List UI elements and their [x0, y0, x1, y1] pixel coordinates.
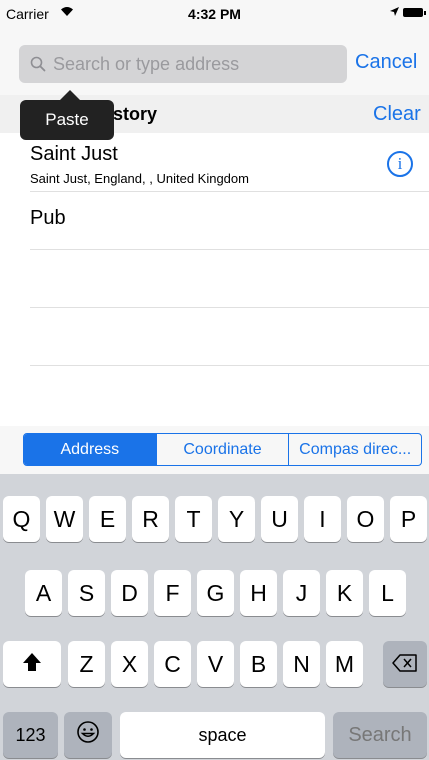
segment-coordinate[interactable]: Coordinate: [157, 434, 290, 465]
location-arrow-icon: [389, 5, 400, 20]
space-key[interactable]: space: [120, 712, 325, 758]
key-u[interactable]: U: [261, 496, 298, 542]
shift-key[interactable]: [3, 641, 61, 687]
segment-compass-direction[interactable]: Compas direc...: [289, 434, 421, 465]
key-d[interactable]: D: [111, 570, 148, 616]
key-l[interactable]: L: [369, 570, 406, 616]
numbers-key[interactable]: 123: [3, 712, 58, 758]
list-item-subtitle: Saint Just, England, , United Kingdom: [30, 171, 249, 186]
segment-address[interactable]: Address: [24, 434, 157, 465]
key-y[interactable]: Y: [218, 496, 255, 542]
paste-label: Paste: [45, 110, 89, 129]
backspace-icon: [392, 651, 418, 678]
key-h[interactable]: H: [240, 570, 277, 616]
info-icon[interactable]: i: [387, 151, 413, 177]
battery-icon: [403, 8, 426, 17]
keyboard: Q W E R T Y U I O P A S D F G H J K L Z …: [0, 474, 429, 760]
key-i[interactable]: I: [304, 496, 341, 542]
status-bar: Carrier 4:32 PM: [0, 0, 429, 32]
emoji-key[interactable]: [64, 712, 112, 758]
key-b[interactable]: B: [240, 641, 277, 687]
key-j[interactable]: J: [283, 570, 320, 616]
key-g[interactable]: G: [197, 570, 234, 616]
shift-arrow-icon: [22, 651, 42, 678]
key-s[interactable]: S: [68, 570, 105, 616]
key-x[interactable]: X: [111, 641, 148, 687]
list-item-title: Saint Just: [30, 143, 118, 165]
key-t[interactable]: T: [175, 496, 212, 542]
delete-key[interactable]: [383, 641, 427, 687]
search-icon: [29, 55, 47, 73]
key-a[interactable]: A: [25, 570, 62, 616]
key-z[interactable]: Z: [68, 641, 105, 687]
key-q[interactable]: Q: [3, 496, 40, 542]
clear-history-button[interactable]: Clear: [373, 103, 421, 126]
search-key[interactable]: Search: [333, 712, 427, 758]
history-section-title: story: [113, 104, 158, 124]
paste-menu-button[interactable]: Paste: [20, 90, 114, 140]
key-c[interactable]: C: [154, 641, 191, 687]
key-v[interactable]: V: [197, 641, 234, 687]
list-item-title: Pub: [30, 207, 66, 229]
search-field[interactable]: [19, 45, 347, 83]
history-list: Saint Just Saint Just, England, , United…: [0, 133, 429, 426]
key-f[interactable]: F: [154, 570, 191, 616]
key-k[interactable]: K: [326, 570, 363, 616]
search-input[interactable]: [53, 53, 313, 75]
empty-list-row: [30, 307, 429, 366]
search-bar: Cancel: [0, 45, 429, 85]
empty-list-row: [30, 249, 429, 308]
key-m[interactable]: M: [326, 641, 363, 687]
key-r[interactable]: R: [132, 496, 169, 542]
key-p[interactable]: P: [390, 496, 427, 542]
search-mode-segmented-control: Address Coordinate Compas direc...: [23, 433, 422, 466]
key-n[interactable]: N: [283, 641, 320, 687]
search-mode-bar: Address Coordinate Compas direc...: [0, 426, 429, 474]
list-item[interactable]: Pub: [30, 191, 429, 250]
emoji-icon: [76, 720, 100, 750]
list-item[interactable]: Saint Just Saint Just, England, , United…: [30, 133, 429, 192]
key-o[interactable]: O: [347, 496, 384, 542]
cancel-button[interactable]: Cancel: [355, 51, 417, 74]
key-w[interactable]: W: [46, 496, 83, 542]
key-e[interactable]: E: [89, 496, 126, 542]
clock-time: 4:32 PM: [188, 6, 241, 22]
